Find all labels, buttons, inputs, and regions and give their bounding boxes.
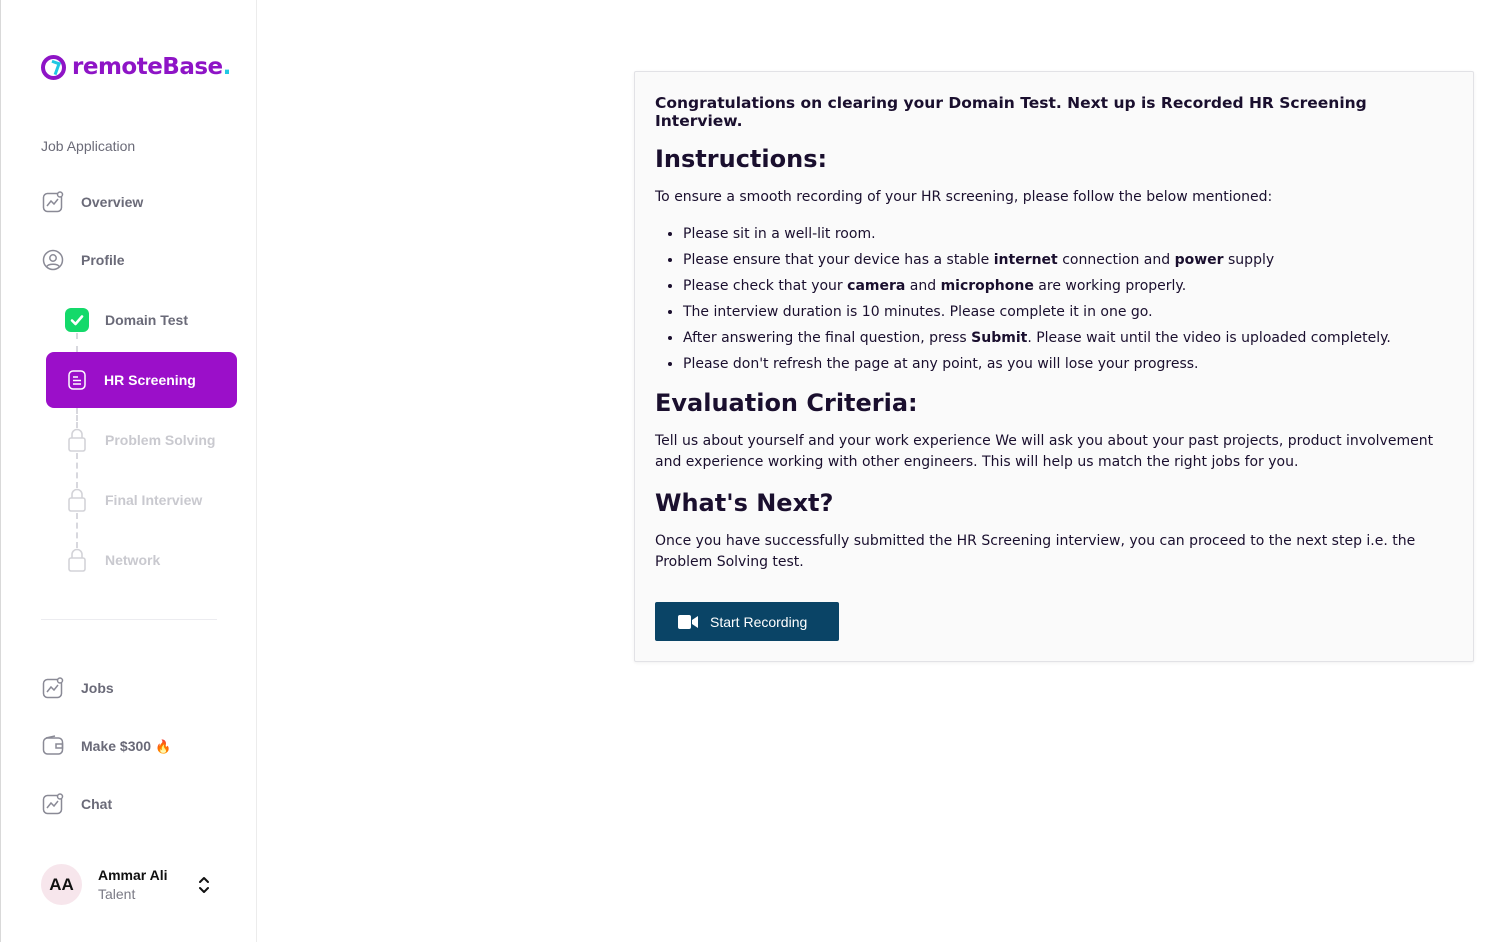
- sidebar-item-label: Profile: [81, 252, 125, 268]
- chart-icon: [41, 190, 65, 214]
- step-connector: [76, 453, 78, 488]
- step-final-interview: Final Interview: [65, 485, 202, 515]
- avatar: AA: [41, 864, 82, 905]
- sidebar-item-label: Jobs: [81, 680, 114, 696]
- sidebar-item-make-300[interactable]: Make $300 🔥: [41, 731, 171, 761]
- sidebar-item-jobs[interactable]: Jobs: [41, 673, 114, 703]
- sidebar-item-label: Overview: [81, 194, 144, 210]
- step-connector: [76, 513, 78, 548]
- section-label: Job Application: [41, 138, 136, 154]
- chevron-up-down-icon[interactable]: [197, 875, 211, 895]
- sidebar-divider: [41, 619, 217, 620]
- evaluation-heading: Evaluation Criteria:: [655, 389, 918, 417]
- step-label: Domain Test: [105, 312, 188, 328]
- logo-icon: [41, 54, 66, 80]
- brand-dot: .: [222, 54, 232, 80]
- whats-next-text: Once you have successfully submitted the…: [655, 533, 1416, 570]
- list-item: Please sit in a well-lit room.: [683, 221, 1453, 247]
- brand-logo[interactable]: remoteBase.: [41, 54, 231, 80]
- lock-icon: [65, 488, 89, 512]
- congrats-message: Congratulations on clearing your Domain …: [655, 94, 1367, 130]
- instructions-list: Please sit in a well-lit room. Please en…: [683, 221, 1453, 377]
- sidebar-item-label: Chat: [81, 796, 113, 812]
- user-circle-icon: [41, 248, 65, 272]
- step-connector: [76, 333, 78, 352]
- step-network: Network: [65, 545, 160, 575]
- check-icon: [65, 308, 89, 332]
- chart-icon: [41, 792, 65, 816]
- step-label: Problem Solving: [105, 432, 216, 448]
- sidebar-item-label: Make $300: [81, 737, 152, 754]
- wallet-icon: [41, 734, 65, 758]
- start-recording-button[interactable]: Start Recording: [655, 602, 839, 641]
- user-menu[interactable]: AA Ammar Ali Talent: [41, 864, 221, 905]
- step-label: Final Interview: [105, 492, 203, 508]
- video-camera-icon: [678, 614, 698, 629]
- sidebar-item-chat[interactable]: Chat: [41, 789, 112, 819]
- lock-icon: [65, 548, 89, 572]
- step-hr-screening[interactable]: HR Screening: [46, 352, 237, 408]
- sidebar: remoteBase. Job Application Overview Pro…: [0, 0, 257, 942]
- step-domain-test[interactable]: Domain Test: [65, 305, 188, 335]
- list-item: After answering the final question, pres…: [683, 325, 1453, 351]
- sidebar-item-overview[interactable]: Overview: [41, 187, 143, 217]
- list-item: The interview duration is 10 minutes. Pl…: [683, 299, 1453, 325]
- brand-name: remoteBase: [72, 54, 223, 80]
- sidebar-item-profile[interactable]: Profile: [41, 245, 125, 275]
- user-name: Ammar Ali: [98, 867, 168, 883]
- fire-icon: 🔥: [154, 738, 172, 754]
- hr-screening-card: Congratulations on clearing your Domain …: [634, 71, 1474, 662]
- start-recording-label: Start Recording: [710, 613, 808, 630]
- step-problem-solving: Problem Solving: [65, 425, 215, 455]
- list-item: Please don't refresh the page at any poi…: [683, 351, 1453, 377]
- document-icon: [66, 369, 88, 391]
- evaluation-text: Tell us about yourself and your work exp…: [655, 433, 1434, 470]
- list-item: Please check that your camera and microp…: [683, 273, 1453, 299]
- lock-icon: [65, 428, 89, 452]
- whats-next-heading: What's Next?: [655, 489, 834, 517]
- chart-icon: [41, 676, 65, 700]
- instructions-intro: To ensure a smooth recording of your HR …: [655, 189, 1273, 205]
- list-item: Please ensure that your device has a sta…: [683, 247, 1453, 273]
- instructions-heading: Instructions:: [655, 145, 828, 173]
- step-label: Network: [105, 552, 161, 568]
- user-role: Talent: [98, 886, 136, 902]
- step-label: HR Screening: [104, 372, 196, 388]
